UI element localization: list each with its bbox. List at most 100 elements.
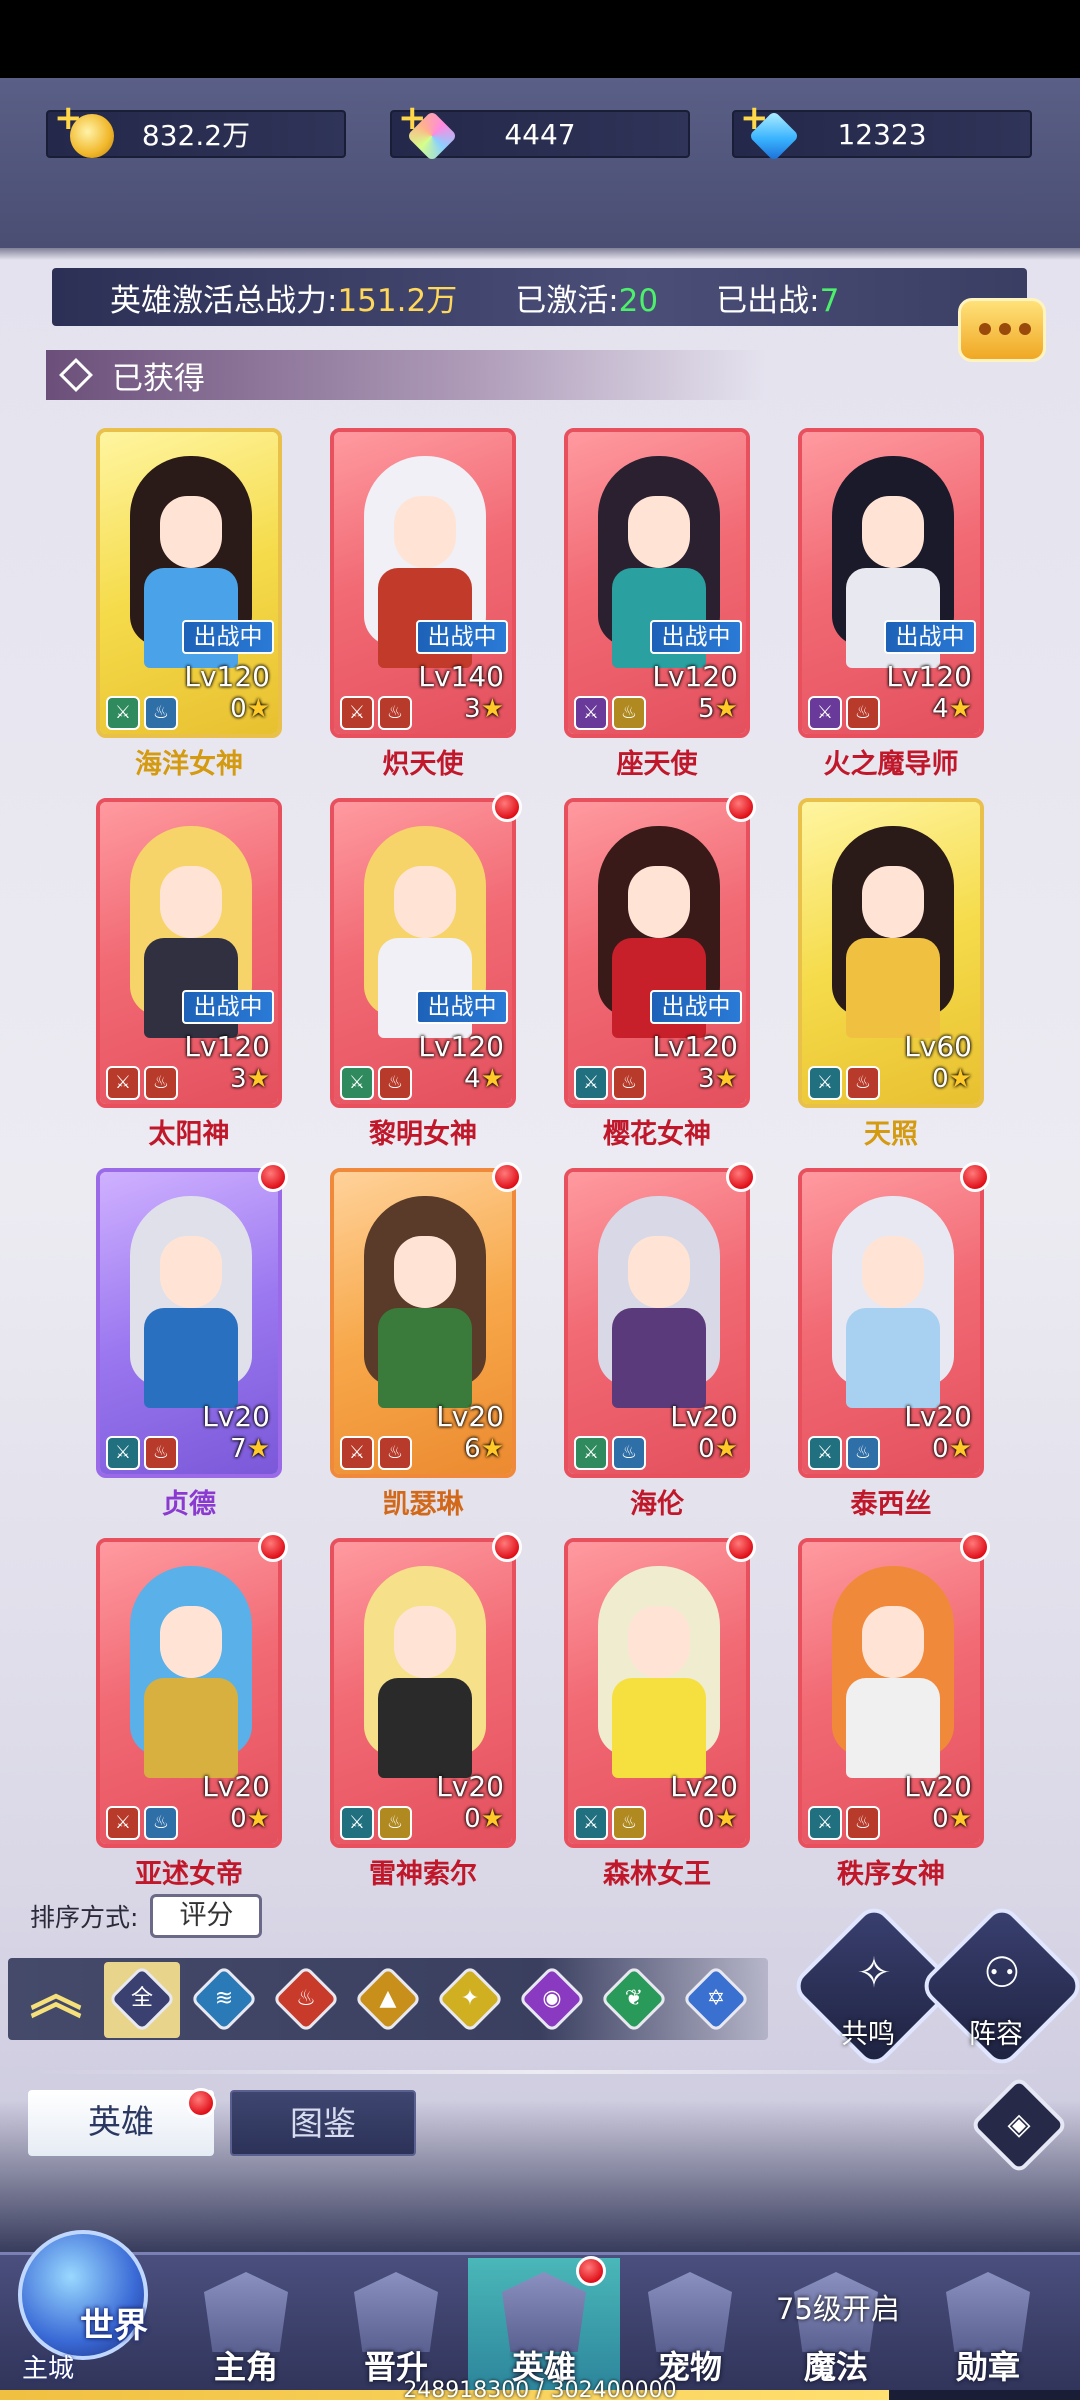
collapse-arrow-icon[interactable]: ︽	[30, 1970, 82, 2022]
hero-level: Lv20	[670, 1400, 738, 1433]
tab-atlas[interactable]: 图鉴	[230, 2090, 416, 2156]
hero-stars: 0★	[698, 1434, 738, 1464]
hero-tags: ⚔ ♨	[574, 1436, 646, 1470]
total-power-value: 151.2万	[337, 282, 458, 319]
diamond-resource[interactable]: + 12323	[732, 98, 1032, 162]
hero-portrait	[832, 1566, 954, 1778]
star-count: 3	[698, 1064, 715, 1094]
element-icon: ♨	[612, 1806, 646, 1840]
element-icon: ♨	[378, 1066, 412, 1100]
hero-name: 座天使	[616, 749, 698, 780]
hero-level: Lv20	[436, 1400, 504, 1433]
nav-pet-icon	[648, 2272, 732, 2352]
star-element-icon[interactable]: ✡	[682, 1965, 750, 2033]
nav-protagonist[interactable]: 主角	[186, 2272, 306, 2386]
nav-pet[interactable]: 宠物	[630, 2272, 750, 2386]
hero-card[interactable]: Lv20 0★ ⚔ ♨	[96, 1538, 282, 1848]
diamond-icon	[59, 358, 93, 392]
filter-glyph: ✦	[460, 1986, 480, 2011]
hero-card[interactable]: Lv20 0★ ⚔ ♨	[564, 1168, 750, 1478]
hero-card[interactable]: 出战中 Lv120 4★ ⚔ ♨	[330, 798, 516, 1108]
star-icon: ★	[948, 1804, 972, 1834]
hero-name: 亚述女帝	[135, 1859, 243, 1890]
hero-level: Lv60	[904, 1030, 972, 1063]
hero-name: 樱花女神	[603, 1119, 711, 1150]
sort-button[interactable]: 评分	[150, 1894, 263, 1938]
hero-card[interactable]: Lv20 7★ ⚔ ♨	[96, 1168, 282, 1478]
star-count: 7	[230, 1434, 247, 1464]
hero-tags: ⚔ ♨	[574, 696, 646, 730]
filter-glyph: ✡	[706, 1986, 726, 2011]
hero-tab-red-dot	[186, 2088, 216, 2118]
hero-tags: ⚔ ♨	[808, 1806, 880, 1840]
star-icon: ★	[714, 694, 738, 724]
hero-card[interactable]: 出战中 Lv120 0★ ⚔ ♨	[96, 428, 282, 738]
star-icon: ★	[714, 1804, 738, 1834]
hero-level: Lv120	[184, 1030, 270, 1063]
class-icon: ⚔	[340, 1806, 374, 1840]
in-battle-badge: 出战中	[884, 620, 976, 654]
earth-element-icon[interactable]: ▲	[354, 1965, 422, 2033]
hero-name: 雷神索尔	[369, 1859, 477, 1890]
hero-card[interactable]: Lv20 0★ ⚔ ♨	[330, 1538, 516, 1848]
hero-tags: ⚔ ♨	[340, 1806, 412, 1840]
hero-tags: ⚔ ♨	[340, 1066, 412, 1100]
hero-stars: 7★	[230, 1434, 270, 1464]
hero-tags: ⚔ ♨	[574, 1066, 646, 1100]
hero-portrait	[364, 1196, 486, 1408]
water-element-icon[interactable]: ≋	[190, 1965, 258, 2033]
hero-tags: ⚔ ♨	[808, 696, 880, 730]
star-count: 0	[230, 694, 247, 724]
hero-tags: ⚔ ♨	[574, 1806, 646, 1840]
star-icon: ★	[246, 1064, 270, 1094]
star-icon: ★	[714, 1064, 738, 1094]
fire-element-icon[interactable]: ♨	[272, 1965, 340, 2033]
hero-level: Lv120	[886, 660, 972, 693]
filter-glyph: ♨	[296, 1986, 316, 2011]
hero-stars: 3★	[464, 694, 504, 724]
wind-element-icon[interactable]: ❦	[600, 1965, 668, 2033]
hero-name: 炽天使	[382, 749, 464, 780]
hero-portrait	[832, 1196, 954, 1408]
hero-stars: 0★	[698, 1804, 738, 1834]
in-battle-badge: 出战中	[182, 620, 274, 654]
hero-card[interactable]: Lv20 0★ ⚔ ♨	[564, 1538, 750, 1848]
element-icon: ♨	[612, 1436, 646, 1470]
element-icon: ♨	[144, 696, 178, 730]
class-icon: ⚔	[808, 1436, 842, 1470]
nav-medal[interactable]: 勋章	[928, 2272, 1048, 2386]
hero-tags: ⚔ ♨	[106, 696, 178, 730]
hero-card[interactable]: 出战中 Lv120 3★ ⚔ ♨	[96, 798, 282, 1108]
light-element-icon[interactable]: ✦	[436, 1965, 504, 2033]
hero-card[interactable]: Lv20 0★ ⚔ ♨	[798, 1168, 984, 1478]
hero-card[interactable]: Lv60 0★ ⚔ ♨	[798, 798, 984, 1108]
view-toggle-button[interactable]: ◈	[969, 2075, 1069, 2175]
hero-card[interactable]: 出战中 Lv120 4★ ⚔ ♨	[798, 428, 984, 738]
star-count: 0	[698, 1804, 715, 1834]
hero-card[interactable]: Lv20 0★ ⚔ ♨	[798, 1538, 984, 1848]
xp-text: 248918300 / 302400000	[403, 2378, 677, 2400]
class-icon: ⚔	[574, 696, 608, 730]
hero-card[interactable]: 出战中 Lv140 3★ ⚔ ♨	[330, 428, 516, 738]
hero-stars: 3★	[698, 1064, 738, 1094]
hero-card[interactable]: 出战中 Lv120 3★ ⚔ ♨	[564, 798, 750, 1108]
world-button[interactable]: 世界 主城	[8, 2210, 158, 2390]
class-icon: ⚔	[574, 1436, 608, 1470]
hero-card[interactable]: 出战中 Lv120 5★ ⚔ ♨	[564, 428, 750, 738]
hero-name: 秩序女神	[837, 1859, 945, 1890]
hero-name: 森林女王	[603, 1859, 711, 1890]
hero-card[interactable]: Lv20 6★ ⚔ ♨	[330, 1168, 516, 1478]
chat-icon[interactable]	[958, 298, 1046, 362]
filter-glyph: 全	[130, 1986, 153, 2011]
hero-tags: ⚔ ♨	[106, 1806, 178, 1840]
nav-promote[interactable]: 晋升	[336, 2272, 456, 2386]
dark-element-icon[interactable]: ◉	[518, 1965, 586, 2033]
star-icon: ★	[948, 694, 972, 724]
star-icon: ★	[948, 1434, 972, 1464]
in-battle-badge: 出战中	[416, 620, 508, 654]
crystal-resource[interactable]: + 4447	[390, 98, 690, 162]
element-icon: ♨	[846, 696, 880, 730]
gold-resource[interactable]: + 832.2万	[46, 98, 346, 158]
class-icon: ⚔	[808, 696, 842, 730]
star-count: 0	[932, 1804, 949, 1834]
